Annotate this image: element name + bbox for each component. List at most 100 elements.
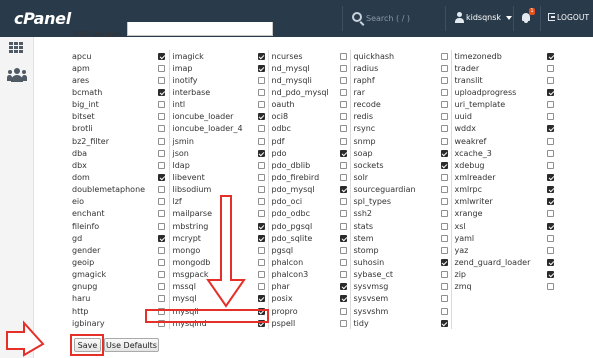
- use-defaults-button[interactable]: Use Defaults: [104, 338, 159, 352]
- extension-checkbox-cell[interactable]: [543, 135, 558, 147]
- extension-checkbox-pdo_pgsql[interactable]: [340, 222, 348, 230]
- extension-checkbox-cell[interactable]: [543, 196, 558, 208]
- extension-checkbox-phalcon3[interactable]: [340, 271, 348, 279]
- extension-checkbox-cell[interactable]: [338, 244, 351, 257]
- extension-checkbox-gd[interactable]: [158, 234, 166, 242]
- extension-checkbox-dba[interactable]: [158, 149, 166, 157]
- extension-checkbox-cell[interactable]: [255, 292, 269, 305]
- extension-checkbox-cell[interactable]: [543, 281, 558, 293]
- extension-checkbox-cell[interactable]: [438, 304, 452, 318]
- extension-checkbox-xmlreader[interactable]: [547, 173, 554, 181]
- extension-checkbox-pdo_odbc[interactable]: [340, 210, 348, 218]
- extension-checkbox-cell[interactable]: [438, 280, 452, 293]
- extension-checkbox-cell[interactable]: [438, 244, 452, 257]
- extension-checkbox-cell[interactable]: [255, 232, 269, 245]
- extension-checkbox-mailparse[interactable]: [257, 210, 265, 218]
- extension-checkbox-mongodb[interactable]: [257, 258, 265, 266]
- extension-checkbox-gender[interactable]: [158, 246, 166, 254]
- extension-checkbox-cell[interactable]: [155, 74, 170, 87]
- extension-checkbox-bitset[interactable]: [158, 113, 166, 121]
- extension-checkbox-cell[interactable]: [543, 111, 558, 123]
- extension-checkbox-stats[interactable]: [440, 222, 448, 230]
- extension-checkbox-cell[interactable]: [155, 98, 170, 111]
- extension-checkbox-cell[interactable]: [543, 123, 558, 135]
- extension-checkbox-xsl[interactable]: [547, 222, 554, 230]
- extension-checkbox-translit[interactable]: [547, 76, 554, 84]
- extension-checkbox-propro[interactable]: [340, 307, 348, 315]
- extension-checkbox-cell[interactable]: [155, 134, 170, 148]
- extension-checkbox-sockets[interactable]: [440, 161, 448, 169]
- extension-checkbox-uri_template[interactable]: [547, 101, 554, 109]
- grid-icon[interactable]: [9, 42, 24, 54]
- extension-checkbox-yaml[interactable]: [547, 234, 554, 242]
- extension-checkbox-snmp[interactable]: [440, 137, 448, 145]
- extension-checkbox-cell[interactable]: [543, 50, 558, 62]
- extension-checkbox-cell[interactable]: [155, 50, 170, 63]
- extension-checkbox-imagick[interactable]: [257, 52, 265, 60]
- extension-checkbox-bcmath[interactable]: [158, 88, 166, 96]
- extension-checkbox-cell[interactable]: [438, 317, 452, 330]
- extension-checkbox-cell[interactable]: [255, 219, 269, 233]
- extension-checkbox-rsync[interactable]: [440, 125, 448, 133]
- extension-checkbox-ioncube_loader_4[interactable]: [257, 125, 265, 133]
- extension-checkbox-cell[interactable]: [155, 122, 170, 135]
- extension-checkbox-pdo_firebird[interactable]: [340, 173, 348, 181]
- extension-checkbox-cell[interactable]: [338, 256, 351, 269]
- extension-checkbox-cell[interactable]: [255, 86, 269, 99]
- extension-checkbox-cell[interactable]: [338, 134, 351, 148]
- extension-checkbox-cell[interactable]: [255, 62, 269, 75]
- extension-checkbox-wddx[interactable]: [547, 125, 554, 133]
- extension-checkbox-stomp[interactable]: [440, 246, 448, 254]
- extension-checkbox-cell[interactable]: [338, 183, 351, 196]
- extension-checkbox-cell[interactable]: [438, 183, 452, 196]
- extension-checkbox-cell[interactable]: [543, 184, 558, 196]
- extension-checkbox-lzf[interactable]: [257, 198, 265, 206]
- extension-checkbox-doublemetaphone[interactable]: [158, 186, 166, 194]
- extension-checkbox-pgsql[interactable]: [340, 246, 348, 254]
- extension-checkbox-mysql[interactable]: [257, 295, 265, 303]
- extension-checkbox-zend_guard_loader[interactable]: [547, 258, 554, 266]
- extension-checkbox-cell[interactable]: [155, 183, 170, 196]
- extension-checkbox-libsodium[interactable]: [257, 186, 265, 194]
- extension-checkbox-cell[interactable]: [338, 50, 351, 63]
- extension-checkbox-cell[interactable]: [438, 256, 452, 269]
- extension-checkbox-rar[interactable]: [440, 88, 448, 96]
- logout-button[interactable]: LOGOUT: [557, 13, 589, 22]
- extension-checkbox-msgpack[interactable]: [257, 271, 265, 279]
- extension-checkbox-libevent[interactable]: [257, 173, 265, 181]
- extension-checkbox-cell[interactable]: [155, 62, 170, 75]
- extension-checkbox-uploadprogress[interactable]: [547, 88, 554, 96]
- extension-checkbox-cell[interactable]: [155, 110, 170, 123]
- extension-checkbox-cell[interactable]: [543, 171, 558, 183]
- extension-checkbox-jsmin[interactable]: [257, 137, 265, 145]
- extension-checkbox-nd_mysqli[interactable]: [340, 76, 348, 84]
- extension-checkbox-pdo_mysql[interactable]: [340, 186, 348, 194]
- extension-checkbox-cell[interactable]: [438, 232, 452, 245]
- extension-checkbox-cell[interactable]: [255, 134, 269, 148]
- extension-checkbox-cell[interactable]: [255, 74, 269, 87]
- extension-checkbox-json[interactable]: [257, 149, 265, 157]
- extension-checkbox-cell[interactable]: [255, 183, 269, 196]
- extension-checkbox-cell[interactable]: [255, 50, 269, 63]
- extension-checkbox-cell[interactable]: [338, 219, 351, 233]
- extension-checkbox-cell[interactable]: [543, 232, 558, 244]
- extension-checkbox-cell[interactable]: [255, 110, 269, 123]
- extension-checkbox-mssql[interactable]: [257, 283, 265, 291]
- extension-checkbox-apcu[interactable]: [158, 52, 166, 60]
- extension-checkbox-cell[interactable]: [255, 122, 269, 135]
- extension-checkbox-pdo_sqlite[interactable]: [340, 234, 348, 242]
- extension-checkbox-cell[interactable]: [438, 292, 452, 305]
- extension-checkbox-soap[interactable]: [440, 149, 448, 157]
- extension-checkbox-ares[interactable]: [158, 76, 166, 84]
- extension-checkbox-cell[interactable]: [543, 208, 558, 220]
- extension-checkbox-eio[interactable]: [158, 198, 166, 206]
- extension-checkbox-cell[interactable]: [438, 74, 452, 87]
- extension-checkbox-cell[interactable]: [338, 110, 351, 123]
- extension-checkbox-cell[interactable]: [338, 292, 351, 305]
- extension-checkbox-uuid[interactable]: [547, 113, 554, 121]
- extension-checkbox-quickhash[interactable]: [440, 52, 448, 60]
- extension-checkbox-ncurses[interactable]: [340, 52, 348, 60]
- extension-checkbox-sybase_ct[interactable]: [440, 271, 448, 279]
- extension-checkbox-cell[interactable]: [438, 86, 452, 99]
- extension-checkbox-pdo[interactable]: [340, 149, 348, 157]
